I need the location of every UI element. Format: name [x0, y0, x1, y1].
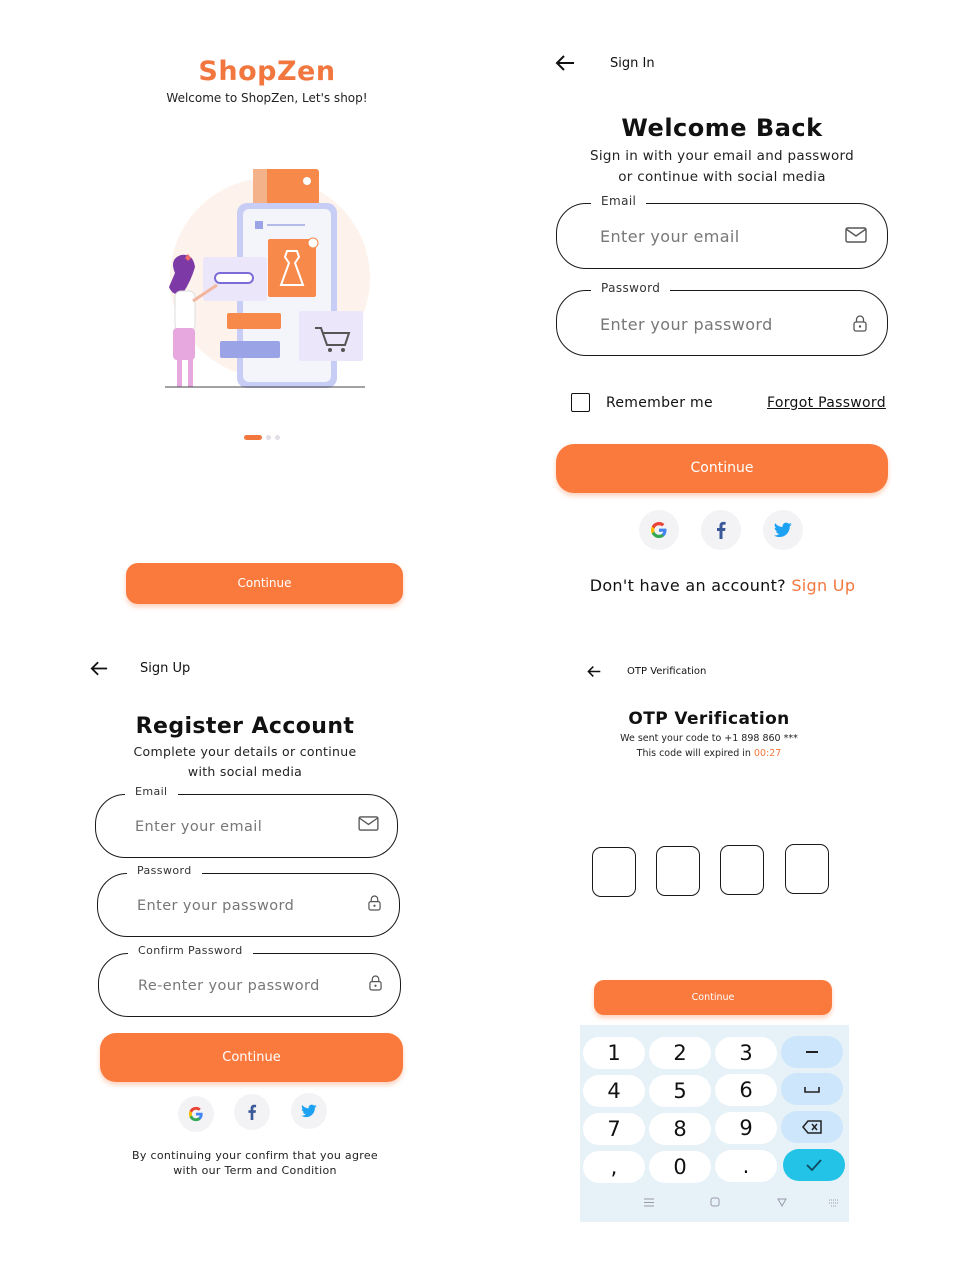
space-key[interactable] [781, 1073, 843, 1105]
key-8[interactable]: 8 [649, 1113, 711, 1145]
page-description: with social media [187, 764, 303, 779]
otp-digit-input[interactable] [656, 846, 700, 896]
header-title: Sign In [610, 56, 655, 71]
key-0[interactable]: 0 [649, 1151, 711, 1183]
key-6[interactable]: 6 [715, 1074, 777, 1106]
backspace-key[interactable] [781, 1111, 843, 1143]
page-title: Welcome Back [621, 114, 823, 142]
brand-title: ShopZen [198, 56, 336, 87]
mail-icon [845, 227, 867, 247]
password-field-label: Password [591, 281, 671, 295]
remember-me-checkbox[interactable] [571, 393, 590, 412]
menu-icon[interactable] [644, 1197, 654, 1210]
facebook-login-button[interactable] [701, 510, 741, 550]
page-description: Sign in with your email and password [589, 148, 855, 164]
key-5[interactable]: 5 [649, 1075, 711, 1107]
key-comma[interactable]: , [583, 1151, 645, 1183]
facebook-login-button[interactable] [234, 1094, 270, 1130]
page-dot[interactable] [266, 435, 271, 440]
lock-icon [369, 975, 382, 995]
otp-expire-label: This code will expired in [636, 748, 751, 759]
page-description: or continue with social media [618, 169, 826, 185]
page-title: Register Account [135, 714, 355, 739]
confirm-password-placeholder: Re-enter your password [138, 978, 320, 994]
back-arrow-icon[interactable] [555, 54, 575, 72]
email-field-label: Email [125, 785, 178, 798]
back-arrow-icon[interactable] [587, 665, 601, 678]
otp-digit-input[interactable] [592, 847, 636, 897]
otp-continue-button[interactable]: Continue [594, 980, 832, 1015]
back-arrow-icon[interactable] [90, 660, 108, 677]
confirm-password-field-label: Confirm Password [128, 944, 253, 957]
home-icon[interactable] [710, 1197, 720, 1210]
mail-icon [358, 816, 379, 835]
keyboard-icon[interactable] [828, 1197, 840, 1210]
remember-me-label: Remember me [606, 395, 713, 411]
signup-continue-button[interactable]: Continue [100, 1033, 403, 1082]
key-2[interactable]: 2 [649, 1037, 711, 1069]
key-7[interactable]: 7 [583, 1113, 645, 1145]
email-field[interactable]: Email Enter your email [556, 194, 888, 269]
password-field-label: Password [127, 864, 202, 877]
key-4[interactable]: 4 [583, 1075, 645, 1107]
key-9[interactable]: 9 [715, 1112, 777, 1144]
key-1[interactable]: 1 [583, 1037, 645, 1069]
splash-continue-button[interactable]: Continue [126, 563, 403, 604]
lock-icon [368, 895, 381, 915]
brand-subtitle: Welcome to ShopZen, Let's shop! [166, 91, 368, 105]
twitter-login-button[interactable] [763, 510, 803, 550]
header-title: OTP Verification [627, 666, 707, 677]
key-period[interactable]: . [715, 1150, 777, 1182]
minus-key[interactable] [781, 1036, 843, 1068]
password-field[interactable]: Password Enter your password [97, 864, 400, 937]
password-placeholder: Enter your password [137, 898, 295, 914]
confirm-password-field[interactable]: Confirm Password Re-enter your password [98, 944, 401, 1017]
no-account-text: Don't have an account? [589, 576, 786, 595]
page-dot-active[interactable] [244, 435, 262, 440]
key-3[interactable]: 3 [715, 1037, 777, 1069]
password-placeholder: Enter your password [600, 315, 773, 334]
email-placeholder: Enter your email [600, 227, 740, 246]
terms-text: with our Term and Condition [173, 1164, 337, 1177]
otp-timer: 00:27 [753, 748, 782, 759]
email-field[interactable]: Email Enter your email [95, 785, 398, 858]
password-field[interactable]: Password Enter your password [556, 281, 888, 356]
no-account-prompt: Don't have an account? Sign Up [560, 576, 885, 595]
page-dot[interactable] [275, 435, 280, 440]
page-title: OTP Verification [628, 709, 790, 729]
otp-digit-input[interactable] [720, 845, 764, 895]
twitter-login-button[interactable] [291, 1093, 327, 1129]
back-triangle-icon[interactable] [777, 1197, 787, 1210]
otp-digit-input[interactable] [785, 844, 829, 894]
terms-text: By continuing your confirm that you agre… [132, 1149, 378, 1162]
done-key[interactable] [783, 1149, 845, 1181]
signin-continue-button[interactable]: Continue [556, 444, 888, 493]
numeric-keypad: 1 2 3 4 5 6 7 8 9 , 0 . [580, 1025, 849, 1222]
otp-sent-text: We sent your code to +1 898 860 *** [620, 733, 798, 744]
google-login-button[interactable] [639, 510, 679, 550]
otp-expire-text: This code will expired in 00:27 [590, 748, 828, 759]
forgot-password-link[interactable]: Forgot Password [767, 395, 886, 411]
email-field-label: Email [591, 194, 647, 208]
page-description: Complete your details or continue [133, 744, 357, 759]
header-title: Sign Up [140, 661, 191, 676]
lock-icon [853, 315, 867, 336]
email-placeholder: Enter your email [135, 819, 263, 835]
signup-link[interactable]: Sign Up [791, 576, 855, 595]
google-login-button[interactable] [178, 1096, 214, 1132]
shopping-illustration [155, 163, 380, 393]
